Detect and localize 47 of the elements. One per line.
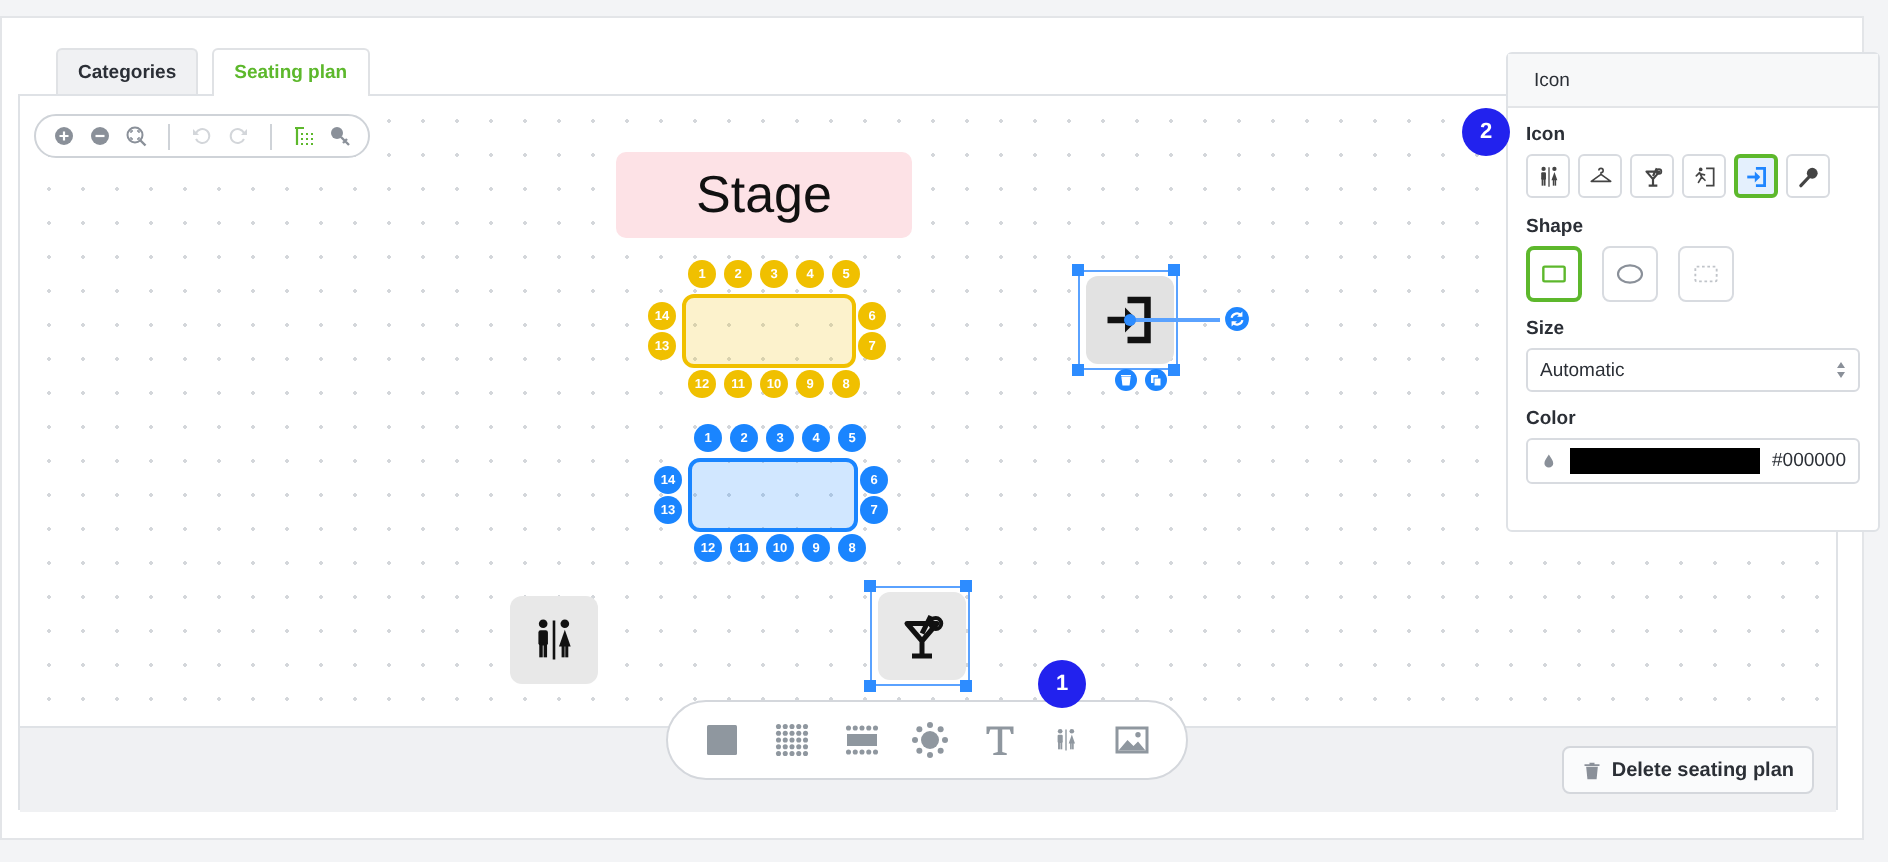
enter-arrow-icon (1743, 163, 1769, 189)
icon-tile[interactable] (1086, 276, 1174, 364)
resize-handle[interactable] (960, 680, 972, 692)
resize-handle[interactable] (864, 580, 876, 592)
resize-handle[interactable] (1072, 264, 1084, 276)
restroom-icon (1535, 163, 1561, 189)
ellipse-icon (1614, 258, 1646, 290)
delete-plan-button[interactable]: Delete seating plan (1561, 746, 1814, 794)
field-label: Icon (1526, 124, 1566, 146)
resize-handle[interactable] (960, 580, 972, 592)
resize-handle[interactable] (1072, 364, 1084, 376)
table-icon[interactable] (843, 722, 880, 758)
trash-icon[interactable] (1114, 368, 1138, 392)
tab[interactable]: Seating plan (212, 48, 370, 96)
resize-handle[interactable] (1168, 364, 1180, 376)
microphone-icon (1795, 163, 1821, 189)
connector-line (1130, 318, 1220, 321)
stage-label[interactable]: Stage (616, 152, 912, 238)
size-select[interactable]: Automatic (1526, 348, 1860, 392)
drink-glass-icon (1639, 163, 1665, 189)
image-icon[interactable] (1113, 722, 1150, 758)
rotate-icon[interactable] (1224, 306, 1250, 332)
color-field[interactable]: #000000 (1526, 438, 1860, 484)
round-table-icon[interactable] (912, 722, 949, 758)
field-label: Size (1526, 318, 1565, 340)
zoom-fit-icon[interactable] (124, 124, 148, 148)
grid-icon[interactable] (292, 124, 316, 148)
zoom-out-icon[interactable] (88, 124, 112, 148)
text-icon[interactable] (982, 722, 1019, 758)
zoom-in-icon[interactable] (52, 124, 76, 148)
table-shape[interactable] (688, 458, 858, 532)
icon-tile[interactable] (878, 592, 966, 680)
trash-icon (1581, 759, 1602, 781)
copy-icon[interactable] (1144, 368, 1168, 392)
table-shape[interactable] (682, 294, 856, 368)
dot-grid-icon[interactable] (774, 722, 811, 758)
tab[interactable]: Categories (56, 48, 199, 94)
drop-icon (1540, 452, 1558, 470)
field-label: Color (1526, 408, 1576, 430)
resize-handle[interactable] (1168, 264, 1180, 276)
resize-handle[interactable] (864, 680, 876, 692)
icon-tile[interactable] (510, 596, 598, 684)
square-icon[interactable] (704, 722, 741, 758)
panel-title: Icon (1534, 69, 1570, 91)
field-label: Shape (1526, 216, 1584, 238)
running-exit-icon (1691, 163, 1717, 189)
shape-option[interactable] (1526, 246, 1582, 302)
